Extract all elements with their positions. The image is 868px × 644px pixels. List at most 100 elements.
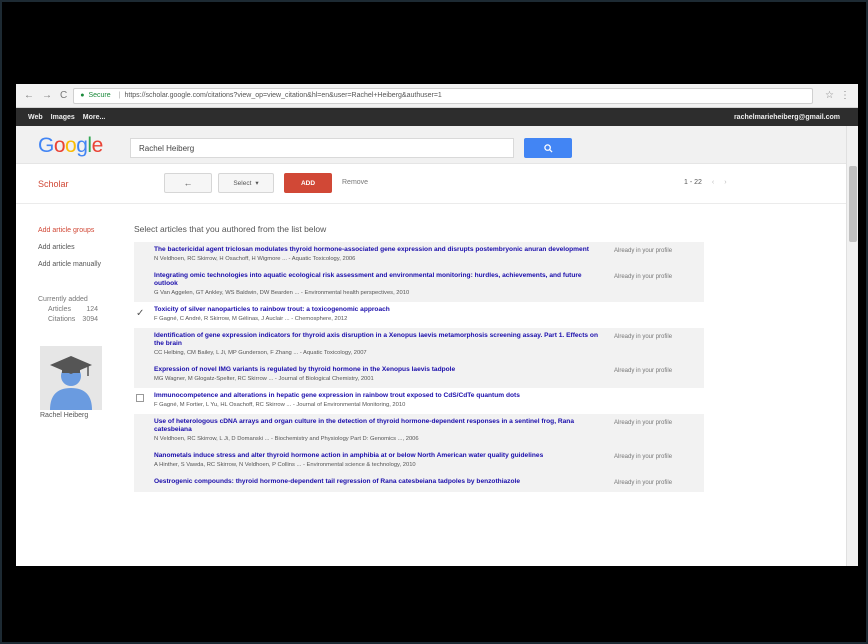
article-status: Already in your profile	[614, 248, 673, 254]
article-body: Integrating omic technologies into aquat…	[154, 272, 602, 297]
prev-page-icon[interactable]: ‹	[712, 179, 714, 186]
articles-count-row: Articles 124	[38, 305, 98, 315]
article-row[interactable]: The bactericidal agent triclosan modulat…	[134, 242, 704, 268]
sidebar: Add article groups Add articles Add arti…	[38, 222, 128, 325]
article-checkbox[interactable]	[134, 366, 154, 383]
back-arrow-icon[interactable]: ←	[24, 90, 34, 101]
url-separator: |	[118, 92, 121, 99]
pager-range: 1 - 22	[684, 179, 702, 186]
url-field[interactable]: ● Secure | https://scholar.google.com/ci…	[73, 87, 814, 104]
citations-value: 3094	[82, 316, 98, 323]
bookmark-star-icon[interactable]: ☆	[825, 90, 834, 101]
reload-icon[interactable]: C	[60, 90, 67, 101]
article-meta: CC Helbing, CM Bailey, L Ji, MP Gunderso…	[154, 350, 367, 356]
article-status: Already in your profile	[614, 274, 673, 280]
article-checkbox[interactable]	[134, 272, 154, 297]
google-bar: Web Images More... rachelmarieheiberg@gm…	[16, 108, 858, 126]
citations-label: Citations	[48, 316, 76, 323]
browser-window: ← → C ● Secure | https://scholar.google.…	[16, 84, 858, 566]
browser-nav: ← → C	[16, 90, 73, 101]
video-frame: ← → C ● Secure | https://scholar.google.…	[0, 0, 868, 644]
gbar-link-web[interactable]: Web	[28, 114, 43, 121]
article-meta: F Gagné, M Fortier, L Yu, HL Osachoff, R…	[154, 402, 406, 408]
article-checkbox[interactable]: ✓	[134, 306, 154, 323]
account-email[interactable]: rachelmarieheiberg@gmail.com	[734, 114, 840, 121]
article-body: The bactericidal agent triclosan modulat…	[154, 246, 602, 263]
graduate-avatar-icon	[40, 346, 102, 410]
article-body: Toxicity of silver nanoparticles to rain…	[154, 306, 602, 323]
scholar-label[interactable]: Scholar	[38, 179, 69, 189]
article-checkbox[interactable]	[134, 392, 154, 409]
article-title[interactable]: Toxicity of silver nanoparticles to rain…	[154, 306, 602, 314]
article-title[interactable]: The bactericidal agent triclosan modulat…	[154, 246, 602, 254]
article-status: Already in your profile	[614, 334, 673, 340]
article-title[interactable]: Expression of novel IMG variants is regu…	[154, 366, 602, 374]
article-body: Identification of gene expression indica…	[154, 332, 602, 357]
added-counts: Currently added Articles 124 Citations 3…	[38, 295, 128, 325]
browser-menu-icon[interactable]: ⋮	[840, 90, 850, 101]
google-logo[interactable]: Google	[38, 134, 103, 158]
select-dropdown[interactable]: Select ▾	[218, 173, 274, 193]
counts-label: Currently added	[38, 296, 88, 303]
articles-label: Articles	[48, 306, 71, 313]
article-row[interactable]: Nanometals induce stress and alter thyro…	[134, 448, 704, 474]
article-meta: N Veldhoen, RC Skirrow, H Osachoff, H Wi…	[154, 256, 356, 262]
next-page-icon[interactable]: ›	[724, 179, 726, 186]
article-row[interactable]: Expression of novel IMG variants is regu…	[134, 362, 704, 388]
article-list: The bactericidal agent triclosan modulat…	[134, 242, 704, 492]
gbar-link-more[interactable]: More...	[83, 114, 106, 121]
add-button[interactable]: ADD	[284, 173, 332, 193]
article-title[interactable]: Use of heterologous cDNA arrays and orga…	[154, 418, 602, 434]
article-status: Already in your profile	[614, 420, 673, 426]
article-row[interactable]: Identification of gene expression indica…	[134, 328, 704, 362]
scrollbar[interactable]	[846, 126, 858, 566]
avatar[interactable]	[40, 346, 102, 410]
article-checkbox[interactable]	[134, 478, 154, 487]
article-body: Immunocompetence and alterations in hepa…	[154, 392, 602, 409]
article-meta: MG Wagner, M Glogatz-Spelter, RC Skirrow…	[154, 376, 374, 382]
scrollbar-thumb[interactable]	[849, 166, 857, 242]
article-meta: N Veldhoen, RC Skirrow, L Ji, D Domanski…	[154, 436, 419, 442]
article-body: Use of heterologous cDNA arrays and orga…	[154, 418, 602, 443]
article-checkbox[interactable]	[134, 246, 154, 263]
article-status: Already in your profile	[614, 480, 673, 486]
article-body: Nanometals induce stress and alter thyro…	[154, 452, 602, 469]
article-status	[602, 306, 698, 323]
sidebar-item-add-article-groups[interactable]: Add article groups	[38, 222, 128, 239]
checkmark-icon: ✓	[136, 308, 145, 319]
article-row[interactable]: Immunocompetence and alterations in hepa…	[134, 388, 704, 414]
article-meta: G Van Aggelen, GT Ankley, WS Baldwin, DW…	[154, 290, 410, 296]
sidebar-item-add-articles[interactable]: Add articles	[38, 239, 128, 256]
article-title[interactable]: Nanometals induce stress and alter thyro…	[154, 452, 602, 460]
search-header: Google Rachel Heiberg	[16, 126, 858, 164]
pager: 1 - 22 ‹ ›	[684, 179, 727, 186]
toolbar: Scholar ← Select ▾ ADD Remove 1 - 22 ‹ ›	[16, 164, 858, 204]
article-title[interactable]: Identification of gene expression indica…	[154, 332, 602, 348]
profile-name[interactable]: Rachel Heiberg	[40, 412, 110, 419]
gbar-link-images[interactable]: Images	[51, 114, 75, 121]
article-checkbox[interactable]	[134, 452, 154, 469]
forward-arrow-icon[interactable]: →	[42, 90, 52, 101]
article-row[interactable]: ✓ Toxicity of silver nanoparticles to rai…	[134, 302, 704, 328]
article-meta: F Gagné, C André, R Skirrow, M Gélinas, …	[154, 316, 348, 322]
article-meta: A Hinther, S Vawda, RC Skirrow, N Veldho…	[154, 462, 416, 468]
chevron-down-icon: ▾	[255, 180, 259, 187]
search-button[interactable]	[524, 138, 572, 158]
article-title[interactable]: Immunocompetence and alterations in hepa…	[154, 392, 602, 400]
articles-value: 124	[86, 306, 98, 313]
article-row[interactable]: Integrating omic technologies into aquat…	[134, 268, 704, 302]
article-checkbox[interactable]	[134, 418, 154, 443]
article-checkbox[interactable]	[134, 332, 154, 357]
article-title[interactable]: Oestrogenic compounds: thyroid hormone-d…	[154, 478, 602, 486]
article-status: Already in your profile	[614, 454, 673, 460]
url-text: https://scholar.google.com/citations?vie…	[124, 92, 442, 99]
select-label: Select	[233, 179, 252, 187]
sidebar-item-add-manually[interactable]: Add article manually	[38, 256, 128, 273]
article-row[interactable]: Oestrogenic compounds: thyroid hormone-d…	[134, 474, 704, 492]
article-row[interactable]: Use of heterologous cDNA arrays and orga…	[134, 414, 704, 448]
browser-address-bar: ← → C ● Secure | https://scholar.google.…	[16, 84, 858, 108]
search-input[interactable]: Rachel Heiberg	[130, 138, 514, 158]
article-title[interactable]: Integrating omic technologies into aquat…	[154, 272, 602, 288]
remove-button[interactable]: Remove	[342, 179, 368, 186]
back-button[interactable]: ←	[164, 173, 212, 193]
